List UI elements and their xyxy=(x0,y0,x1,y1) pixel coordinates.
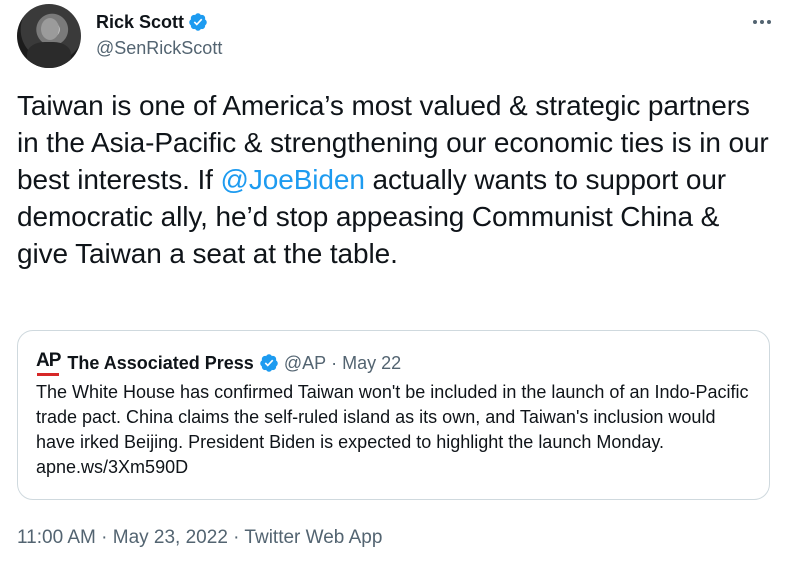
mention-link[interactable]: @JoeBiden xyxy=(221,164,365,195)
author-avatar[interactable] xyxy=(17,4,81,68)
quoted-author-name: The Associated Press xyxy=(67,352,254,373)
quoted-tweet-card[interactable]: AP The Associated Press @AP · May 22 The… xyxy=(17,330,770,500)
tweet-text: Taiwan is one of America’s most valued &… xyxy=(17,87,777,272)
quoted-author-handle: @AP xyxy=(283,352,327,373)
author-display-name[interactable]: Rick Scott xyxy=(96,11,184,33)
tweet-timestamp-source[interactable]: 11:00 AM · May 23, 2022 · Twitter Web Ap… xyxy=(17,526,382,550)
avatar-face xyxy=(41,18,59,40)
author-name-row[interactable]: Rick Scott xyxy=(96,11,208,33)
verified-badge-icon xyxy=(188,12,208,32)
quoted-tweet-text: The White House has confirmed Taiwan won… xyxy=(36,382,749,477)
verified-badge-icon xyxy=(259,353,279,373)
meta-separator: · xyxy=(331,352,338,373)
author-handle[interactable]: @SenRickScott xyxy=(96,37,222,59)
quoted-tweet-header: AP The Associated Press @AP · May 22 xyxy=(36,349,401,376)
quoted-tweet-date: May 22 xyxy=(342,352,402,373)
avatar-shirt xyxy=(27,42,71,68)
ap-logo: AP xyxy=(36,349,61,376)
more-options-icon[interactable] xyxy=(748,12,776,32)
